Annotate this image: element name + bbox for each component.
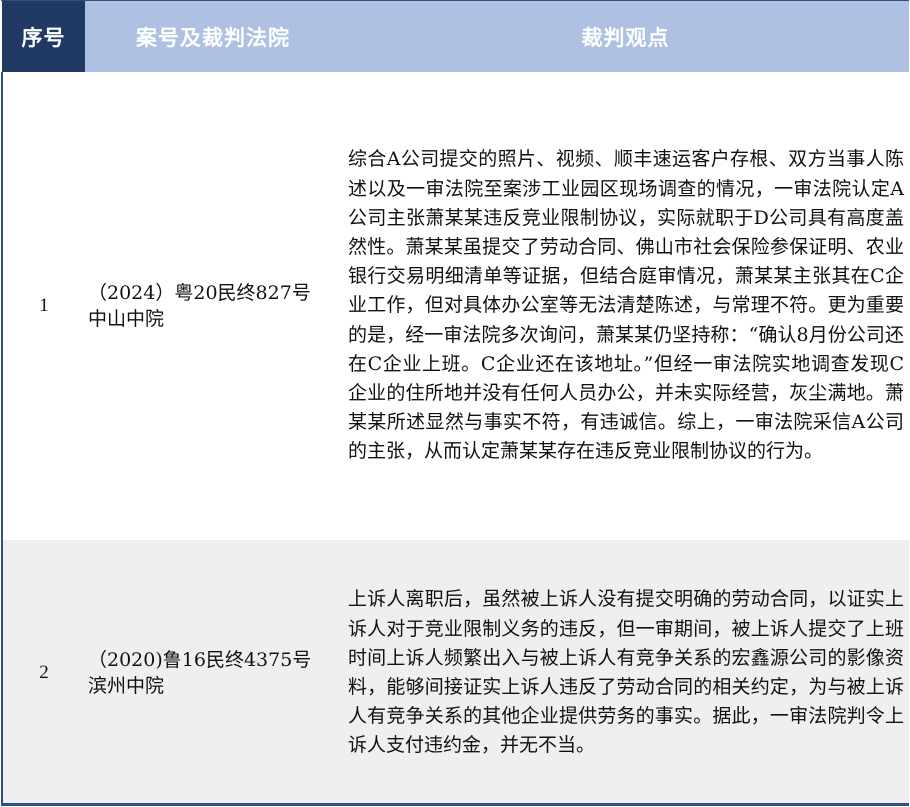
table-header-row: 序号 案号及裁判法院 裁判观点 — [2, 1, 909, 72]
row-serial-number: 2 — [1, 540, 85, 806]
table-row: 2 （2020)鲁16民终4375号 滨州中院 上诉人离职后，虽然被上诉人没有提… — [1, 540, 909, 806]
header-case-and-court: 案号及裁判法院 — [85, 1, 342, 72]
header-serial-number: 序号 — [2, 1, 85, 72]
row-judgment-view: 综合A公司提交的照片、视频、顺丰速运客户存根、双方当事人陈述以及一审法院至案涉工… — [342, 72, 909, 540]
judgment-table: 序号 案号及裁判法院 裁判观点 1 （2024）粤20民终827号 中山中院 综… — [1, 1, 909, 806]
row-judgment-view: 上诉人离职后，虽然被上诉人没有提交明确的劳动合同，以证实上诉人对于竞业限制义务的… — [342, 540, 909, 806]
table-bottom-rule — [1, 803, 909, 806]
row-case-and-court: （2020)鲁16民终4375号 滨州中院 — [85, 540, 342, 806]
header-judgment-view: 裁判观点 — [342, 1, 909, 72]
row-serial-number: 1 — [1, 72, 85, 540]
row-case-and-court: （2024）粤20民终827号 中山中院 — [85, 72, 342, 540]
table-row: 1 （2024）粤20民终827号 中山中院 综合A公司提交的照片、视频、顺丰速… — [1, 72, 909, 540]
